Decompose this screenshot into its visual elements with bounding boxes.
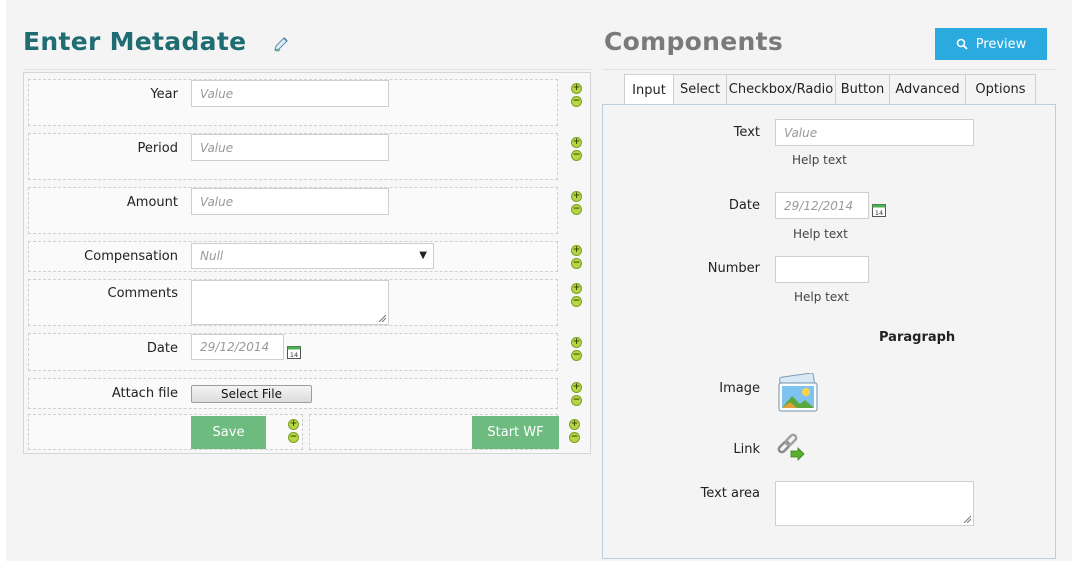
image-icon[interactable]: [775, 373, 821, 415]
tab-input[interactable]: Input: [624, 74, 674, 105]
tab-options[interactable]: Options: [965, 74, 1036, 104]
year-label: Year: [150, 87, 178, 102]
select-file-button[interactable]: Select File: [191, 385, 312, 403]
amount-label: Amount: [126, 195, 178, 210]
add-row-icon[interactable]: +: [571, 83, 582, 94]
comments-label: Comments: [107, 286, 178, 301]
remove-row-icon[interactable]: −: [571, 395, 582, 406]
resize-grip-icon[interactable]: [963, 515, 971, 523]
remove-row-icon[interactable]: −: [571, 350, 582, 361]
dropdown-arrow-icon: ▼: [419, 250, 427, 261]
component-number-input[interactable]: [775, 256, 869, 283]
add-row-icon[interactable]: +: [571, 137, 582, 148]
remove-row-icon[interactable]: −: [571, 204, 582, 215]
calendar-icon[interactable]: 14: [287, 345, 301, 359]
start-wf-button[interactable]: Start WF: [472, 416, 559, 449]
help-text: Help text: [792, 153, 847, 167]
svg-text:14: 14: [290, 351, 298, 359]
period-input[interactable]: Value: [191, 134, 389, 161]
divider: [603, 69, 1057, 70]
component-textarea-label: Text area: [700, 486, 760, 501]
add-row-icon[interactable]: +: [571, 245, 582, 256]
edit-icon[interactable]: [272, 35, 290, 53]
save-button[interactable]: Save: [191, 416, 266, 449]
tab-button[interactable]: Button: [835, 74, 890, 104]
remove-row-icon[interactable]: −: [571, 96, 582, 107]
add-row-icon[interactable]: +: [571, 382, 582, 393]
component-paragraph[interactable]: Paragraph: [879, 330, 955, 345]
add-row-icon[interactable]: +: [571, 337, 582, 348]
compensation-value: Null: [200, 249, 224, 263]
preview-label: Preview: [975, 36, 1027, 52]
help-text: Help text: [794, 290, 849, 304]
component-tabs: Input Select Checkbox/Radio Button Advan…: [624, 74, 1036, 105]
add-row-icon[interactable]: +: [288, 419, 299, 430]
date-input[interactable]: 29/12/2014: [191, 334, 284, 360]
comments-textarea[interactable]: [191, 280, 389, 325]
components-title: Components: [604, 27, 784, 56]
remove-row-icon[interactable]: −: [288, 432, 299, 443]
component-date-label: Date: [728, 198, 760, 213]
page-title: Enter Metadate: [23, 27, 247, 56]
add-row-icon[interactable]: +: [569, 419, 580, 430]
divider: [23, 69, 591, 70]
magnifier-icon: [956, 38, 968, 50]
add-row-icon[interactable]: +: [571, 283, 582, 294]
component-number-label: Number: [707, 261, 760, 276]
year-input[interactable]: Value: [191, 80, 389, 107]
component-date-input[interactable]: 29/12/2014: [775, 192, 869, 219]
tab-checkbox-radio[interactable]: Checkbox/Radio: [726, 74, 836, 104]
link-icon[interactable]: [775, 433, 805, 463]
component-link-label: Link: [733, 442, 760, 457]
remove-row-icon[interactable]: −: [571, 150, 582, 161]
add-row-icon[interactable]: +: [571, 191, 582, 202]
component-text-label: Text: [733, 125, 760, 140]
resize-grip-icon[interactable]: [378, 314, 386, 322]
help-text: Help text: [793, 227, 848, 241]
calendar-icon[interactable]: 14: [872, 203, 886, 217]
attach-file-label: Attach file: [111, 386, 178, 401]
preview-button[interactable]: Preview: [935, 28, 1047, 60]
component-image-label: Image: [719, 381, 760, 396]
period-label: Period: [137, 141, 178, 156]
tab-advanced[interactable]: Advanced: [889, 74, 966, 104]
tab-select[interactable]: Select: [673, 74, 727, 104]
remove-row-icon[interactable]: −: [571, 296, 582, 307]
svg-text:14: 14: [875, 209, 883, 217]
remove-row-icon[interactable]: −: [569, 432, 580, 443]
remove-row-icon[interactable]: −: [571, 258, 582, 269]
component-text-input[interactable]: Value: [775, 119, 974, 146]
amount-input[interactable]: Value: [191, 188, 389, 215]
compensation-select[interactable]: Null ▼: [191, 243, 434, 269]
component-textarea[interactable]: [775, 481, 974, 526]
compensation-label: Compensation: [84, 249, 178, 264]
date-label: Date: [146, 341, 178, 356]
